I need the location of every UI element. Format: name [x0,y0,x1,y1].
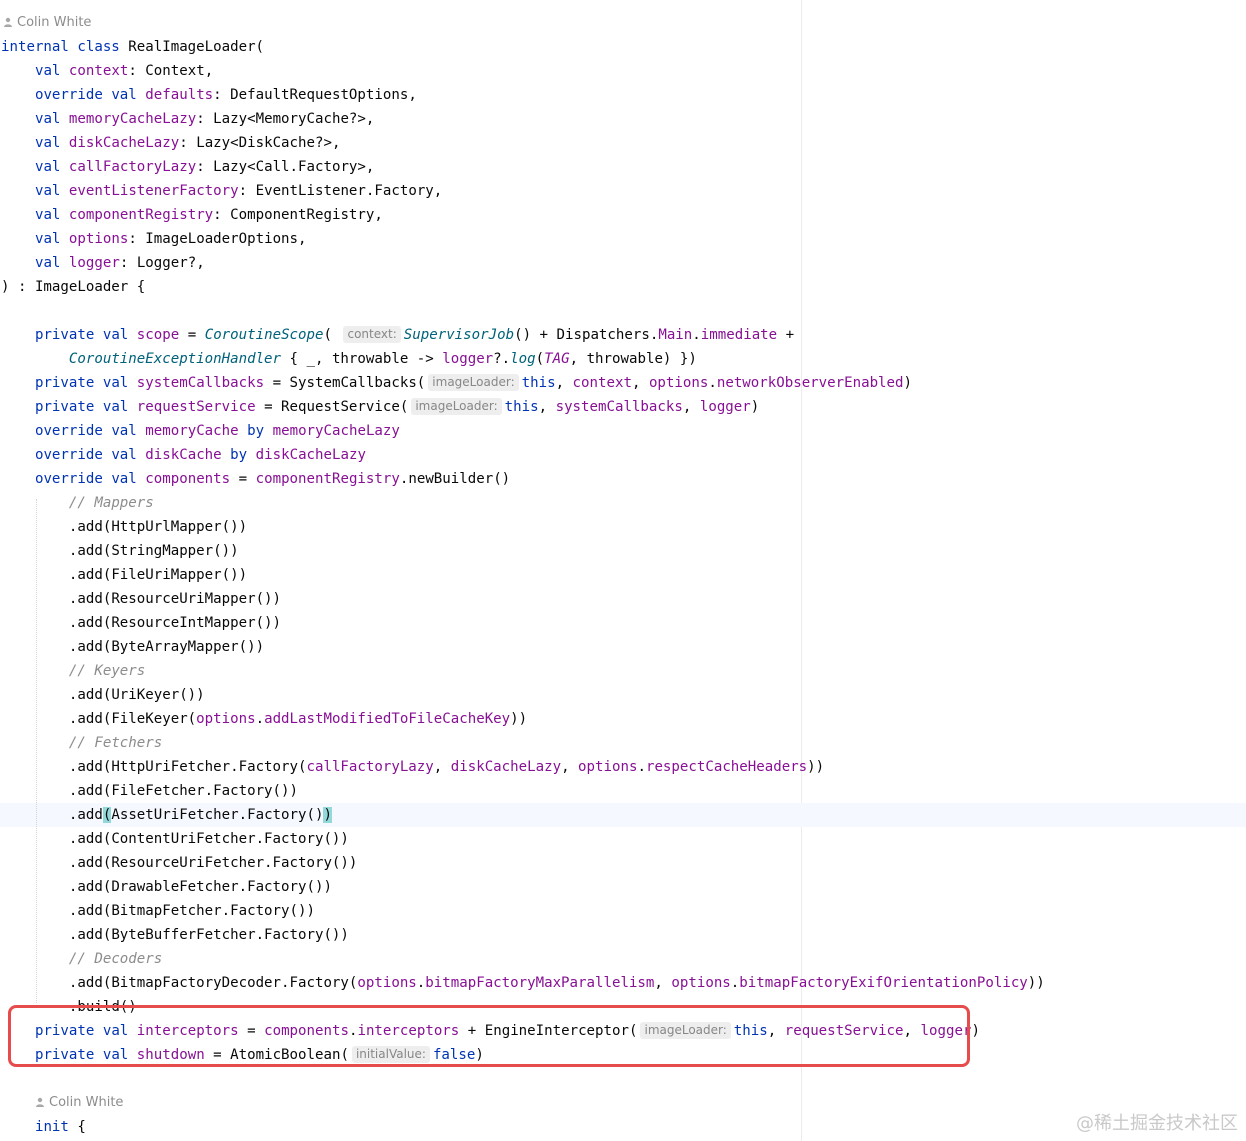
code-line[interactable]: .add(StringMapper()) [1,539,239,563]
code-line[interactable]: .add(DrawableFetcher.Factory()) [1,875,332,899]
code-line[interactable]: // Mappers [1,491,154,515]
code-line[interactable]: CoroutineExceptionHandler { _, throwable… [1,347,697,371]
code-line[interactable]: val componentRegistry: ComponentRegistry… [1,203,383,227]
bracket-match: ) [323,807,332,823]
code-line[interactable]: private val requestService = RequestServ… [1,395,759,419]
person-icon [35,1097,45,1107]
code-line[interactable]: val memoryCacheLazy: Lazy<MemoryCache?>, [1,107,374,131]
parameter-hint: imageLoader: [428,374,519,391]
code-line[interactable]: .add(ContentUriFetcher.Factory()) [1,827,349,851]
parameter-hint: context: [343,326,401,343]
code-line[interactable]: init { [1,1115,86,1139]
red-highlight-box [8,1005,970,1067]
code-line[interactable]: val callFactoryLazy: Lazy<Call.Factory>, [1,155,374,179]
code-line[interactable]: // Decoders [1,947,162,971]
code-line[interactable]: .add(ResourceIntMapper()) [1,611,281,635]
code-line[interactable]: ) : ImageLoader { [1,275,145,299]
code-line[interactable]: .add(HttpUrlMapper()) [1,515,247,539]
parameter-hint: imageLoader: [411,398,502,415]
right-margin-guide [801,0,802,1141]
watermark: @稀土掘金技术社区 [1076,1113,1238,1134]
code-line[interactable]: .add(ByteArrayMapper()) [1,635,264,659]
code-line[interactable]: val diskCacheLazy: Lazy<DiskCache?>, [1,131,341,155]
code-line[interactable]: .add(ResourceUriFetcher.Factory()) [1,851,358,875]
code-line[interactable]: .add(FileKeyer(options.addLastModifiedTo… [1,707,527,731]
code-line[interactable]: .add(BitmapFactoryDecoder.Factory(option… [1,971,1045,995]
code-line[interactable]: val context: Context, [1,59,213,83]
author-name: Colin White [49,1095,124,1110]
code-line[interactable]: .add(BitmapFetcher.Factory()) [1,899,315,923]
code-line[interactable]: private val systemCallbacks = SystemCall… [1,371,912,395]
code-line-current[interactable]: .add(AssetUriFetcher.Factory()) [1,803,332,827]
code-line[interactable]: // Fetchers [1,731,162,755]
code-line[interactable]: .add(HttpUriFetcher.Factory(callFactoryL… [1,755,824,779]
code-line[interactable]: override val memoryCache by memoryCacheL… [1,419,400,443]
code-line[interactable]: .add(ResourceUriMapper()) [1,587,281,611]
code-line[interactable]: val eventListenerFactory: EventListener.… [1,179,442,203]
code-line[interactable]: internal class RealImageLoader( [1,35,264,59]
author-name: Colin White [17,15,92,30]
code-line[interactable]: val logger: Logger?, [1,251,205,275]
code-line[interactable]: private val scope = CoroutineScope( cont… [1,323,794,347]
code-line[interactable]: .add(FileFetcher.Factory()) [1,779,298,803]
code-line[interactable]: override val defaults: DefaultRequestOpt… [1,83,417,107]
code-line[interactable]: .add(ByteBufferFetcher.Factory()) [1,923,349,947]
code-author-annotation: Colin White [35,1093,123,1113]
code-line[interactable]: val options: ImageLoaderOptions, [1,227,307,251]
code-line[interactable]: // Keyers [1,659,145,683]
code-line[interactable]: .add(FileUriMapper()) [1,563,247,587]
person-icon [3,17,13,27]
code-line[interactable]: override val components = componentRegis… [1,467,510,491]
code-line[interactable]: override val diskCache by diskCacheLazy [1,443,366,467]
code-line[interactable]: .add(UriKeyer()) [1,683,205,707]
code-editor[interactable]: Colin White internal class RealImageLoad… [0,0,1246,1141]
code-author-annotation: Colin White [3,13,91,33]
